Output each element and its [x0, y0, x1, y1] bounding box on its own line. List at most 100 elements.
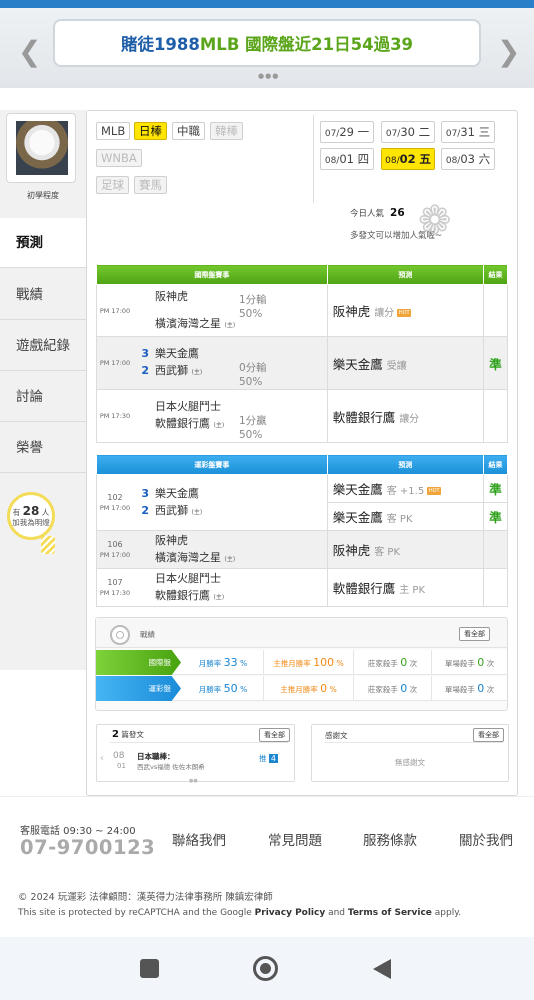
chevron-left-icon[interactable]: ‹ — [100, 753, 104, 764]
stats-view-all-button[interactable]: 看全部 — [459, 627, 490, 641]
table-row: PM 17:00 3 樂天金鷹 2 西武獅 (主) 0分輸 50% 樂天金鷹 受讓 準 — [96, 336, 508, 390]
handicap: 0分輸 50% — [239, 362, 267, 388]
stats-row-lottery: 運彩盤 月勝率 50 % 主推月勝率 0 % 莊家殺手 0 次 單場殺手 0 次 — [96, 676, 507, 701]
single-killer: 0 — [477, 656, 485, 669]
popularity: 今日人氣 26 — [350, 207, 405, 219]
footer-link-about[interactable]: 關於我們 — [459, 829, 513, 849]
banner-title[interactable]: 賭徒1988 MLB 國際盤近21日54過39 — [53, 19, 481, 67]
copyright: © 2024 玩運彩 法律顧問：漢英得力法律事務所 陳鎮宏律師 — [18, 892, 273, 903]
league-tab-npb[interactable]: 日棒 — [134, 122, 167, 140]
league-tab-soccer[interactable]: 足球 — [96, 176, 129, 194]
date-0731[interactable]: 07/31 三 — [441, 121, 495, 143]
game-time: PM 17:00 — [99, 359, 131, 367]
carousel-dots: ●● — [189, 778, 198, 784]
prediction: 軟體銀行鷹 讓分 — [326, 389, 485, 443]
league-tab-mlb[interactable]: MLB — [96, 122, 131, 140]
reviews-title: 感謝文 — [325, 731, 348, 740]
game-number: 102 PM 17:00 — [99, 492, 131, 512]
posts-count: 2 篇發文 — [112, 729, 144, 740]
home-team[interactable]: 西武獅 — [155, 364, 188, 377]
prediction: 阪神虎 讓分 HOT — [326, 284, 485, 337]
main-rate: 100 — [313, 656, 335, 669]
table-row: 106 PM 17:00 阪神虎 橫濱海灣之星 (主) 阪神虎 客 PK — [96, 530, 508, 569]
date-0730[interactable]: 07/30 二 — [381, 121, 435, 143]
sidebar-item-predict[interactable]: 預測 — [0, 218, 86, 268]
away-team[interactable]: 日本火腿鬥士 — [155, 572, 221, 585]
recent-apps-icon[interactable] — [140, 959, 159, 978]
sidebar-item-game-log[interactable]: 遊戲紀錄 — [0, 321, 86, 371]
game-time: PM 17:30 — [99, 412, 131, 420]
terms-link[interactable]: Terms of Service — [348, 908, 432, 918]
reviews-empty: 無感謝文 — [395, 758, 425, 767]
post-date: 08 01 — [113, 751, 126, 770]
league-tab-kbo[interactable]: 韓棒 — [210, 122, 243, 140]
avatar-card[interactable] — [6, 113, 76, 183]
service-hours: 客服電話 09:30 ~ 24:00 — [20, 826, 136, 837]
date-0801[interactable]: 08/01 四 — [320, 148, 374, 170]
handicap: 1分贏 50% — [239, 415, 267, 441]
game-number: 106 PM 17:00 — [99, 539, 131, 559]
date-0802-selected[interactable]: 08/02 五 — [381, 148, 435, 170]
table-row: 107 PM 17:30 日本火腿鬥士 軟體銀行鷹 (主) 軟體銀行鷹 主 PK — [96, 568, 508, 607]
chevron-left-icon[interactable]: ❮ — [18, 38, 41, 66]
result — [483, 530, 508, 569]
single-killer: 0 — [477, 682, 485, 695]
home-team[interactable]: 橫濱海灣之星 — [155, 551, 221, 564]
date-0803[interactable]: 08/03 六 — [441, 148, 495, 170]
away-team[interactable]: 樂天金鷹 — [155, 347, 199, 360]
date-0729[interactable]: 07/29 一 — [320, 121, 374, 143]
footer-link-faq[interactable]: 常見問題 — [268, 829, 322, 849]
banner-title-user: 賭徒1988 — [120, 35, 200, 54]
away-team[interactable]: 日本火腿鬥士 — [155, 400, 221, 413]
away-team[interactable]: 阪神虎 — [155, 534, 188, 547]
intl-table: 國際盤賽事 預測 結果 PM 17:00 阪神虎 橫濱海灣之星 (主) 1分輸 5… — [96, 264, 508, 443]
stats-label: 國際盤 — [96, 650, 181, 675]
hot-icon: HOT — [397, 308, 412, 317]
posts-view-all-button[interactable]: 看全部 — [259, 728, 290, 742]
service-phone[interactable]: 07-9700123 — [20, 836, 155, 859]
reviews-view-all-button[interactable]: 看全部 — [473, 728, 504, 742]
divider — [313, 115, 314, 203]
home-team[interactable]: 軟體銀行鷹 — [155, 417, 210, 430]
result — [483, 389, 508, 443]
intl-header-result: 結果 — [483, 264, 508, 285]
lottery-header-match: 運彩盤賽事 — [96, 454, 328, 475]
result — [483, 284, 508, 337]
home-team[interactable]: 軟體銀行鷹 — [155, 589, 210, 602]
home-icon[interactable] — [253, 956, 278, 981]
helper-lightbulb[interactable]: 有 28 人 加我為明燈 — [7, 492, 57, 554]
main-rate: 0 — [320, 682, 328, 695]
post-subtitle[interactable]: 西武vs福德 佐佐木朗希 — [137, 761, 205, 771]
back-icon[interactable] — [372, 958, 392, 980]
recaptcha-notice: This site is protected by reCAPTCHA and … — [18, 908, 462, 918]
sidebar-item-discussion[interactable]: 討論 — [0, 372, 86, 422]
sidebar-item-honor[interactable]: 榮譽 — [0, 423, 86, 473]
sidebar-item-record[interactable]: 戰績 — [0, 270, 86, 320]
lottery-table: 運彩盤賽事 預測 結果 102 PM 17:00 3 樂天金鷹 2 西武獅 (主) 樂… — [96, 454, 508, 607]
banker-killer: 0 — [400, 656, 408, 669]
privacy-policy-link[interactable]: Privacy Policy — [255, 908, 326, 918]
away-team[interactable]: 樂天金鷹 — [155, 487, 199, 500]
popularity-value: 26 — [390, 207, 405, 219]
stats-label: 運彩盤 — [96, 676, 181, 701]
footer-link-terms[interactable]: 服務條款 — [363, 829, 417, 849]
stats-header — [96, 618, 507, 648]
league-tab-wnba[interactable]: WNBA — [96, 149, 142, 167]
result: 準 — [483, 502, 508, 531]
league-tab-horse[interactable]: 賽馬 — [134, 176, 167, 194]
carousel-dots: ●●● — [258, 72, 280, 80]
prediction: 樂天金鷹 客 PK — [326, 502, 485, 531]
banker-killer: 0 — [400, 682, 408, 695]
table-row: PM 17:30 日本火腿鬥士 軟體銀行鷹 (主) 1分贏 50% 軟體銀行鷹 讓… — [96, 389, 508, 443]
system-nav-bar — [0, 937, 534, 1000]
chevron-right-icon[interactable]: ❯ — [497, 38, 520, 66]
home-team[interactable]: 西武獅 — [155, 504, 188, 517]
away-team[interactable]: 阪神虎 — [155, 290, 188, 303]
home-team[interactable]: 橫濱海灣之星 — [155, 317, 221, 330]
footer-link-contact[interactable]: 聯絡我們 — [172, 829, 226, 849]
stats-row-intl: 國際盤 月勝率 33 % 主推月勝率 100 % 莊家殺手 0 次 單場殺手 0… — [96, 650, 507, 675]
month-rate: 50 — [223, 682, 238, 695]
handicap: 1分輸 50% — [239, 293, 267, 320]
league-tab-cpbl[interactable]: 中職 — [172, 122, 205, 140]
lottery-header-pred: 預測 — [326, 454, 485, 475]
